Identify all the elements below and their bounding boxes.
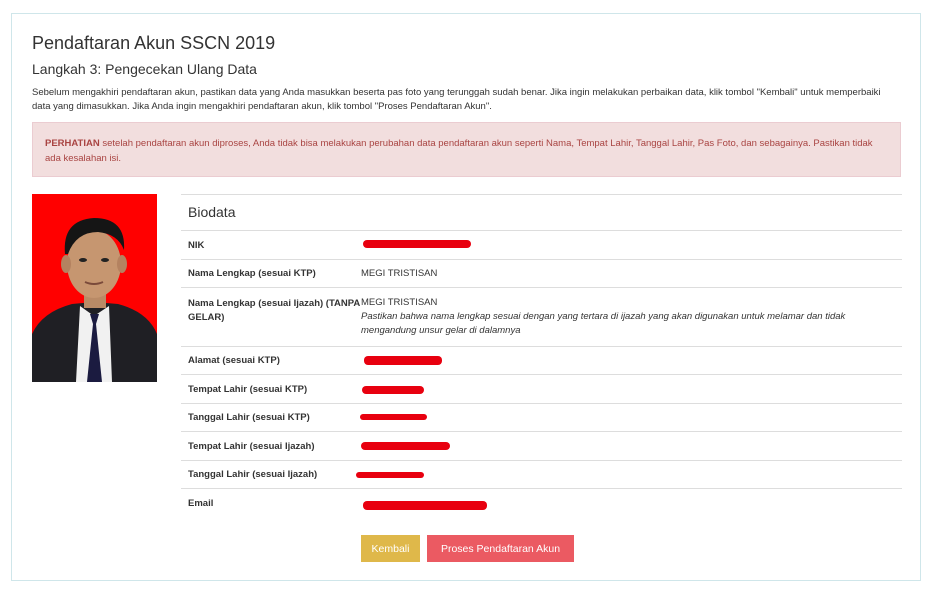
row-tempat-ijazah: Tempat Lahir (sesuai Ijazah) [181, 432, 902, 461]
redaction-mark [360, 414, 427, 420]
redaction-mark [362, 386, 424, 394]
redaction-mark [364, 356, 442, 365]
row-label: Alamat (sesuai KTP) [188, 355, 280, 366]
instructions-text: Sebelum mengakhiri pendaftaran akun, pas… [32, 87, 881, 112]
page-title: Pendaftaran Akun SSCN 2019 [32, 33, 276, 53]
row-nama-ktp: Nama Lengkap (sesuai KTP) MEGI TRISTISAN [181, 260, 902, 288]
row-nama-ijazah: Nama Lengkap (sesuai Ijazah) (TANPA GELA… [181, 288, 902, 347]
row-label: Tempat Lahir (sesuai Ijazah) [188, 440, 315, 452]
row-label: Nama Lengkap (sesuai KTP) [188, 268, 316, 279]
redaction-mark [356, 472, 424, 478]
biodata-section: Biodata NIK Nama Lengkap (sesuai KTP) ME… [181, 194, 902, 518]
alert-strong: PERHATIAN [45, 138, 100, 149]
row-tanggal-ktp: Tanggal Lahir (sesuai KTP) [181, 404, 902, 432]
row-value: MEGI TRISTISAN [361, 297, 438, 308]
row-label: Nama Lengkap (sesuai Ijazah) (TANPA GELA… [188, 298, 360, 323]
row-email: Email [181, 489, 902, 518]
row-tempat-ktp: Tempat Lahir (sesuai KTP) [181, 375, 902, 404]
warning-alert: PERHATIAN setelah pendaftaran akun dipro… [32, 122, 901, 177]
row-note: Pastikan bahwa nama lengkap sesuai denga… [361, 311, 846, 336]
redaction-mark [363, 501, 487, 510]
biodata-title: Biodata [181, 194, 902, 231]
step-title: Langkah 3: Pengecekan Ulang Data [32, 61, 257, 77]
row-label: Email [188, 498, 214, 509]
submit-registration-button[interactable]: Proses Pendaftaran Akun [427, 535, 574, 562]
alert-text: setelah pendaftaran akun diproses, Anda … [45, 138, 873, 164]
redaction-mark [361, 442, 450, 450]
applicant-photo [32, 194, 157, 382]
row-alamat: Alamat (sesuai KTP) [181, 347, 902, 375]
row-value-group: MEGI TRISTISAN Pastikan bahwa nama lengk… [361, 297, 902, 346]
redaction-mark [363, 240, 471, 248]
row-label: Tempat Lahir (sesuai KTP) [188, 383, 308, 395]
row-nik: NIK [181, 231, 902, 260]
row-label: NIK [188, 239, 205, 251]
person-photo-icon [32, 194, 157, 382]
row-label: Tanggal Lahir (sesuai Ijazah) [188, 469, 318, 480]
back-button[interactable]: Kembali [361, 535, 420, 562]
row-label: Tanggal Lahir (sesuai KTP) [188, 412, 310, 423]
row-value: MEGI TRISTISAN [361, 268, 438, 279]
row-tanggal-ijazah: Tanggal Lahir (sesuai Ijazah) [181, 461, 902, 489]
